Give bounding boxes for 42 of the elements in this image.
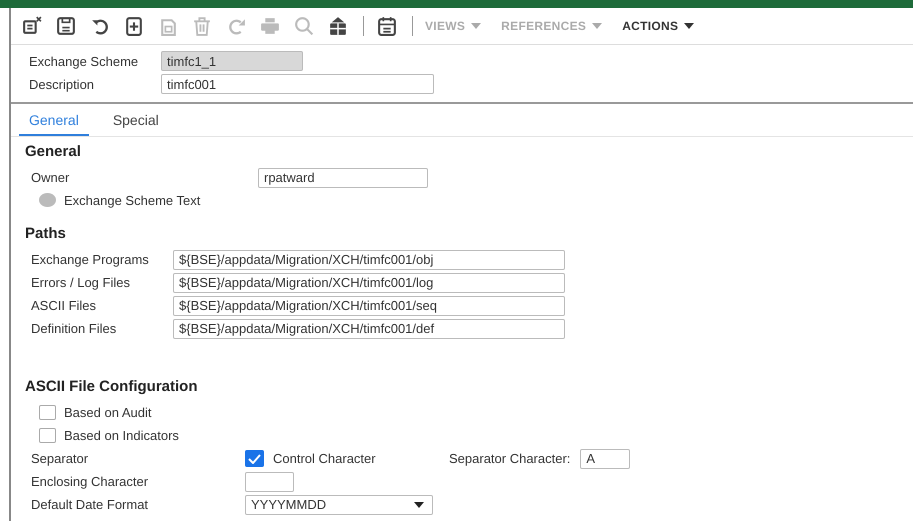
menu-button[interactable]: ACTIONS xyxy=(622,19,694,33)
caret-icon xyxy=(471,23,482,29)
field-label: Errors / Log Files xyxy=(30,275,131,290)
field-label: Description xyxy=(29,76,96,92)
tab[interactable]: General xyxy=(19,104,89,136)
section-heading: General xyxy=(25,143,82,160)
calendar-icon[interactable] xyxy=(376,15,398,37)
add-icon[interactable] xyxy=(123,15,145,37)
path-field[interactable]: ${BSE}/appdata/Migration/XCH/timfc001/def xyxy=(173,318,565,338)
field-label: Default Date Format xyxy=(30,497,150,512)
caret-icon xyxy=(684,23,694,29)
field-label: ASCII Files xyxy=(30,298,98,313)
path-field[interactable]: ${BSE}/appdata/Migration/XCH/timfc001/seq xyxy=(173,296,565,316)
path-field[interactable]: ${BSE}/appdata/Migration/XCH/timfc001/log xyxy=(173,272,565,292)
field-label: Exchange Programs xyxy=(30,252,150,267)
clear-icon[interactable] xyxy=(21,15,43,37)
field-label: Exchange Scheme xyxy=(29,54,140,68)
text-field[interactable]: timfc001 xyxy=(161,74,434,94)
checkbox-label: Control Character xyxy=(273,451,377,466)
checkbox[interactable] xyxy=(245,450,264,467)
text-field[interactable]: rpatward xyxy=(258,168,428,188)
field-label: Enclosing Character xyxy=(30,474,150,489)
save-icon[interactable] xyxy=(55,15,77,37)
stack-icon[interactable] xyxy=(327,15,349,37)
checkbox[interactable] xyxy=(39,428,56,443)
caret-icon xyxy=(592,23,602,29)
section-heading: Paths xyxy=(25,225,67,242)
checkbox-label: Based on Audit xyxy=(64,405,152,420)
dropdown[interactable]: YYYYMMDD xyxy=(245,494,433,514)
field-label: Separator xyxy=(30,451,90,466)
text-field[interactable]: A xyxy=(580,448,630,468)
caret-icon xyxy=(414,502,424,508)
section-heading: ASCII File Configuration xyxy=(25,378,198,395)
checkbox[interactable] xyxy=(39,405,56,420)
text-field[interactable] xyxy=(245,472,294,492)
path-field[interactable]: ${BSE}/appdata/Migration/XCH/timfc001/obj xyxy=(173,250,565,270)
tab[interactable]: Special xyxy=(102,104,169,136)
field-label: Separator Character: xyxy=(449,451,570,466)
option-label: Exchange Scheme Text xyxy=(64,192,200,208)
field-label: Definition Files xyxy=(30,321,118,336)
field-label: Owner xyxy=(30,170,70,185)
checkbox-label: Based on Indicators xyxy=(64,428,179,443)
